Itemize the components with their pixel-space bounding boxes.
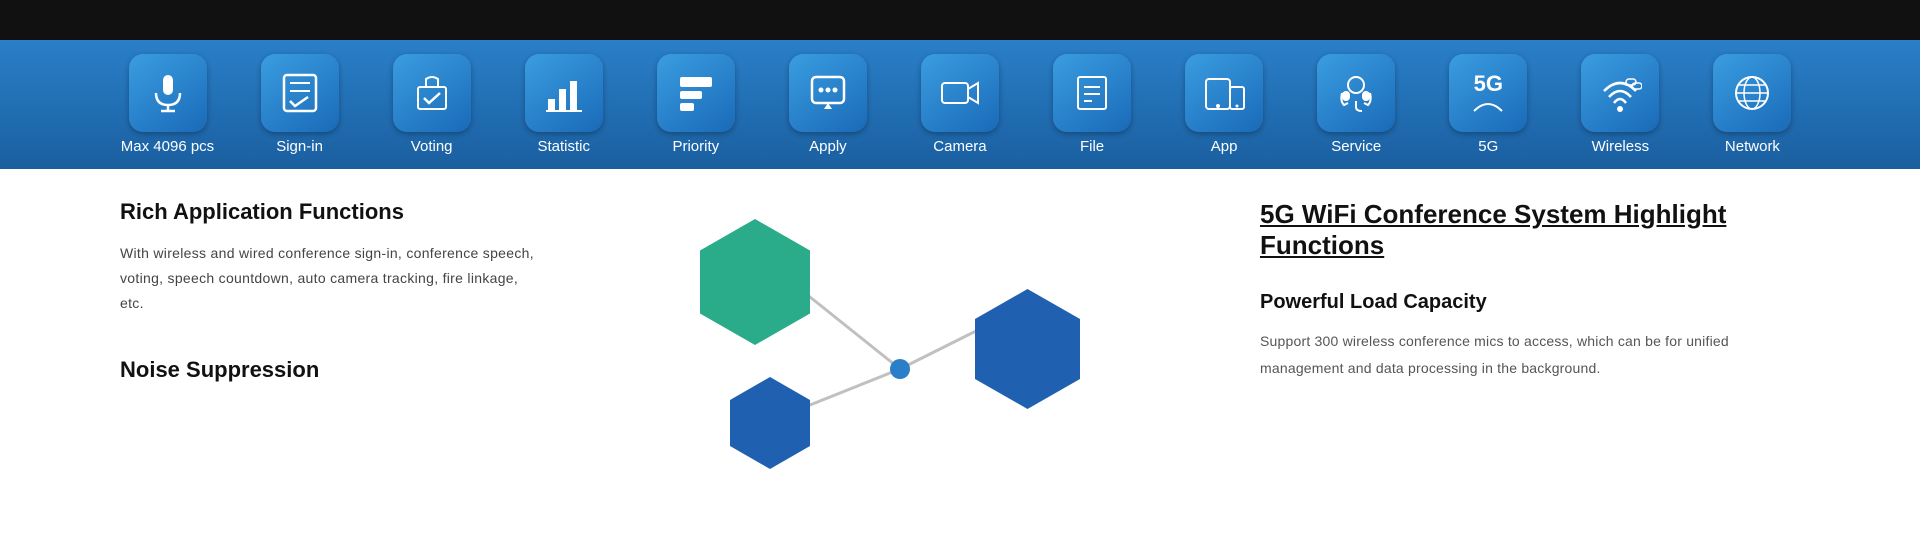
icon-box-wireless [1581,54,1659,132]
icon-item-network[interactable]: Network [1705,54,1800,155]
icon-box-max4096 [129,54,207,132]
icon-item-priority[interactable]: Priority [648,54,743,155]
icon-label-wireless: Wireless [1592,138,1650,155]
icon-box-5g: 5G [1449,54,1527,132]
icon-label-app: App [1211,138,1238,155]
icon-box-app [1185,54,1263,132]
load-capacity-title: Powerful Load Capacity [1260,291,1800,314]
icon-item-5g[interactable]: 5G 5G [1441,54,1536,155]
icon-box-service [1317,54,1395,132]
left-section: Rich Application Functions With wireless… [120,199,540,489]
rich-functions-title: Rich Application Functions [120,199,540,225]
icon-box-apply [789,54,867,132]
icon-box-signin [261,54,339,132]
highlight-functions-title: 5G WiFi Conference System Highlight Func… [1260,199,1800,261]
icon-item-signin[interactable]: Sign-in [252,54,347,155]
load-capacity-desc: Support 300 wireless conference mics to … [1260,328,1800,381]
icon-label-max4096: Max 4096 pcs [121,138,214,155]
icon-item-camera[interactable]: Camera [912,54,1007,155]
middle-section [540,199,1220,489]
icon-item-voting[interactable]: Voting [384,54,479,155]
icon-label-priority: Priority [672,138,719,155]
icon-label-network: Network [1725,138,1780,155]
top-black-bar [0,0,1920,40]
icon-box-file [1053,54,1131,132]
icon-bar: Max 4096 pcs Sign-in Voting [0,40,1920,169]
icon-box-camera [921,54,999,132]
icon-label-service: Service [1331,138,1381,155]
icon-box-statistic [525,54,603,132]
icon-item-apply[interactable]: Apply [780,54,875,155]
icon-item-app[interactable]: App [1177,54,1272,155]
content-area: Rich Application Functions With wireless… [0,169,1920,489]
icon-box-voting [393,54,471,132]
right-section: 5G WiFi Conference System Highlight Func… [1220,199,1800,489]
icon-item-service[interactable]: Service [1309,54,1404,155]
icon-label-apply: Apply [809,138,847,155]
icon-item-wireless[interactable]: Wireless [1573,54,1668,155]
icon-label-5g: 5G [1478,138,1498,155]
icon-item-statistic[interactable]: Statistic [516,54,611,155]
icon-item-max4096[interactable]: Max 4096 pcs [120,54,215,155]
icon-label-voting: Voting [411,138,453,155]
icon-label-signin: Sign-in [276,138,323,155]
icon-label-statistic: Statistic [537,138,590,155]
5g-label: 5G [1474,73,1503,95]
icon-box-network [1713,54,1791,132]
rich-functions-desc: With wireless and wired conference sign-… [120,241,540,317]
noise-suppression-title: Noise Suppression [120,357,540,383]
icon-label-camera: Camera [933,138,986,155]
hexagon-graphic [670,209,1090,489]
icon-box-priority [657,54,735,132]
icon-item-file[interactable]: File [1045,54,1140,155]
icon-label-file: File [1080,138,1104,155]
